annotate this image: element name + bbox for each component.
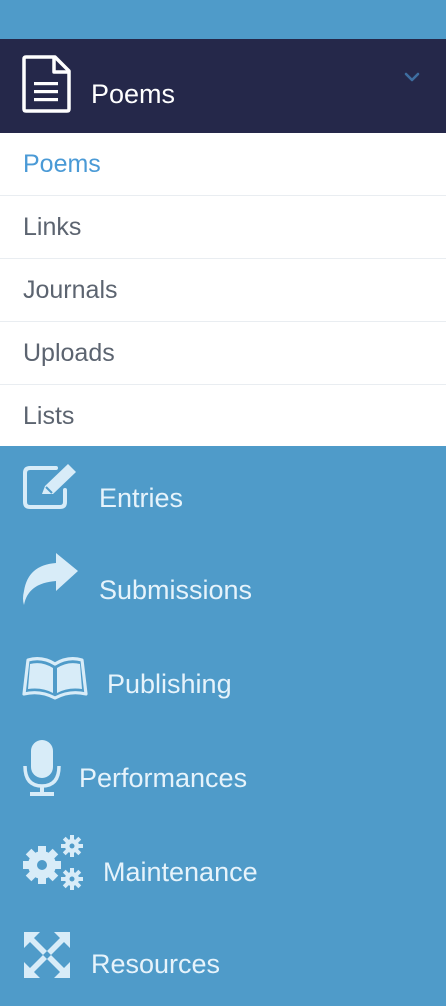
submenu-item-uploads[interactable]: Uploads [0, 322, 446, 385]
share-arrow-icon [23, 553, 78, 605]
submenu-item-label: Lists [23, 402, 75, 430]
nav-item-maintenance[interactable]: Maintenance [0, 826, 446, 916]
nav-item-publishing[interactable]: Publishing [0, 638, 446, 728]
nav-item-resources[interactable]: Resources [0, 918, 446, 1006]
submenu-item-poems[interactable]: Poems [0, 133, 446, 196]
submenu-item-label: Journals [23, 276, 118, 304]
submenu-item-journals[interactable]: Journals [0, 259, 446, 322]
submenu-item-label: Uploads [23, 339, 115, 367]
nav-item-label: Maintenance [103, 857, 258, 887]
nav-item-label: Performances [79, 763, 248, 793]
nav-item-label: Publishing [107, 669, 232, 699]
document-icon [22, 55, 71, 113]
nav-item-label: Entries [99, 483, 184, 513]
edit-icon [23, 464, 76, 509]
submenu-item-label: Poems [23, 150, 101, 178]
submenu-item-lists[interactable]: Lists [0, 385, 446, 446]
submenu-item-links[interactable]: Links [0, 196, 446, 259]
submenu: Poems Links Journals Uploads Lists [0, 133, 446, 446]
microphone-icon [23, 740, 61, 796]
section-header-poems[interactable]: Poems [0, 39, 446, 133]
submenu-item-label: Links [23, 213, 82, 241]
open-book-icon [22, 657, 88, 700]
sidebar: Poems Poems Links Journals Uploads Lists… [0, 0, 446, 1006]
nav-item-label: Submissions [99, 575, 253, 605]
gears-icon [23, 835, 83, 890]
top-strip [0, 0, 446, 39]
expand-arrows-icon [24, 932, 70, 978]
nav-item-performances[interactable]: Performances [0, 732, 446, 822]
nav-item-entries[interactable]: Entries [0, 452, 446, 542]
chevron-down-icon[interactable] [404, 71, 420, 83]
nav-item-label: Resources [91, 949, 221, 979]
nav-item-submissions[interactable]: Submissions [0, 545, 446, 635]
section-title: Poems [91, 79, 176, 109]
